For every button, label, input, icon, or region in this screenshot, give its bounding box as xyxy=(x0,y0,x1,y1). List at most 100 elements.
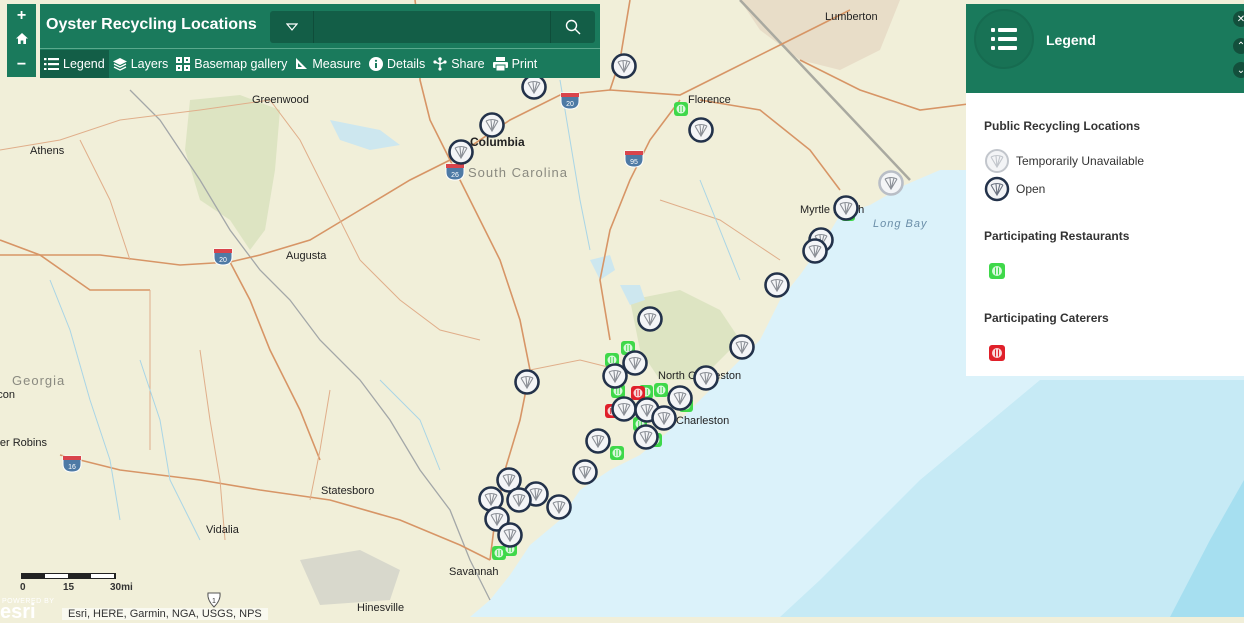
legend-section-title: Public Recycling Locations xyxy=(984,119,1141,133)
recycling-location-open-marker[interactable] xyxy=(687,116,715,144)
tool-basemap-gallery[interactable]: Basemap gallery xyxy=(172,50,291,78)
close-icon: ✕ xyxy=(1236,13,1244,25)
svg-text:20: 20 xyxy=(219,257,227,264)
svg-text:95: 95 xyxy=(630,159,638,166)
water-label: Long Bay xyxy=(873,218,928,230)
tool-label: Print xyxy=(511,57,538,71)
basemap-gallery-icon xyxy=(176,57,191,71)
svg-text:1: 1 xyxy=(212,598,216,605)
legend-item xyxy=(984,257,1226,285)
recycling-location-open-marker[interactable] xyxy=(692,364,720,392)
chevron-up-icon: ⌃ xyxy=(1236,40,1244,52)
close-panel-button[interactable]: ✕ xyxy=(1233,11,1244,27)
oyster-unavailable-icon xyxy=(984,148,1010,174)
oyster-open-icon xyxy=(984,176,1010,202)
recycling-location-open-marker[interactable] xyxy=(728,333,756,361)
svg-text:16: 16 xyxy=(68,464,76,471)
measure-icon xyxy=(295,58,308,70)
tool-details[interactable]: Details xyxy=(365,50,429,78)
legend-title: Legend xyxy=(1046,32,1096,48)
recycling-location-open-marker[interactable] xyxy=(513,368,541,396)
home-icon xyxy=(15,33,28,45)
city-label: Hinesville xyxy=(357,602,405,614)
expand-panel-button[interactable]: ⌄ xyxy=(1233,62,1244,78)
chevron-down-icon xyxy=(285,23,298,31)
recycling-location-open-marker[interactable] xyxy=(610,52,638,80)
legend-section-title: Participating Caterers xyxy=(984,311,1109,325)
recycling-location-open-marker[interactable] xyxy=(801,237,829,265)
info-icon xyxy=(369,57,383,71)
city-label: Vidalia xyxy=(206,524,239,536)
tool-label: Basemap gallery xyxy=(194,57,288,71)
search-input[interactable] xyxy=(314,11,550,43)
city-label: Athens xyxy=(30,145,65,157)
recycling-location-open-marker[interactable] xyxy=(636,305,664,333)
scale-label: 15 xyxy=(63,582,75,593)
recycling-location-open-marker[interactable] xyxy=(545,493,573,521)
tool-layers[interactable]: Layers xyxy=(109,50,173,78)
tool-share[interactable]: Share xyxy=(429,50,488,78)
legend-item xyxy=(984,339,1226,367)
list-icon xyxy=(44,58,59,70)
tool-label: Details xyxy=(387,57,426,71)
city-label: Greenwood xyxy=(252,94,309,106)
share-icon xyxy=(433,57,447,71)
city-label: Augusta xyxy=(286,250,327,262)
legend-item: Open xyxy=(984,175,1226,203)
interstate-20-shield: 20 xyxy=(213,248,233,266)
recycling-location-open-marker[interactable] xyxy=(832,194,860,222)
recycling-location-open-marker[interactable] xyxy=(584,427,612,455)
city-label: Charleston xyxy=(676,415,730,427)
toolbar: Legend Layers Basemap gallery Measure De… xyxy=(40,50,541,78)
interstate-20-shield: 20 xyxy=(560,92,580,110)
recycling-location-open-marker[interactable] xyxy=(571,458,599,486)
caterer-icon xyxy=(984,344,1010,362)
us-route-1-shield: 1 xyxy=(207,592,221,608)
legend-item: Temporarily Unavailable xyxy=(984,147,1226,175)
city-label: Warner Robins xyxy=(0,437,47,449)
legend-panel: Legend ✕ ⌃ ⌄ Public Recycling Locations … xyxy=(966,4,1244,376)
collapse-panel-button[interactable]: ⌃ xyxy=(1233,38,1244,54)
home-button[interactable] xyxy=(7,32,36,48)
tool-print[interactable]: Print xyxy=(489,50,542,78)
recycling-location-open-marker[interactable] xyxy=(632,423,660,451)
city-label: Savannah xyxy=(449,566,499,578)
zoom-in-button[interactable]: + xyxy=(7,8,36,24)
search-source-dropdown[interactable] xyxy=(270,11,314,43)
interstate-16-shield: 16 xyxy=(62,455,82,473)
state-label: South Carolina xyxy=(468,165,568,180)
header-divider xyxy=(40,48,600,49)
recycling-location-open-marker[interactable] xyxy=(496,521,524,549)
recycling-location-open-marker[interactable] xyxy=(763,271,791,299)
restaurant-marker[interactable] xyxy=(673,101,689,117)
scale-label: 0 xyxy=(20,582,26,593)
legend-item-label: Temporarily Unavailable xyxy=(1016,154,1145,168)
svg-text:20: 20 xyxy=(566,101,574,108)
recycling-location-unavailable-marker[interactable] xyxy=(877,169,905,197)
city-label: Statesboro xyxy=(321,485,375,497)
recycling-location-open-marker[interactable] xyxy=(478,111,506,139)
search-icon xyxy=(565,19,581,35)
app-header: Oyster Recycling Locations Legend Layers… xyxy=(40,4,600,78)
recycling-location-open-marker[interactable] xyxy=(447,138,475,166)
tool-legend[interactable]: Legend xyxy=(40,50,109,78)
state-label: Georgia xyxy=(12,373,66,388)
search-box xyxy=(270,11,595,43)
city-label: Lumberton xyxy=(825,11,878,23)
print-icon xyxy=(492,57,508,71)
scale-label: 30mi xyxy=(110,582,133,593)
app-title: Oyster Recycling Locations xyxy=(46,16,257,33)
tool-label: Share xyxy=(451,57,485,71)
scale-bar: 0 15 30mi xyxy=(20,573,133,593)
legend-body: Public Recycling Locations Temporarily U… xyxy=(966,119,1244,367)
tool-label: Layers xyxy=(130,57,169,71)
search-button[interactable] xyxy=(550,11,595,43)
chevron-down-icon: ⌄ xyxy=(1236,64,1244,76)
layers-icon xyxy=(112,57,127,71)
zoom-out-button[interactable]: − xyxy=(7,56,36,73)
attribution-text[interactable]: Esri, HERE, Garmin, NGA, USGS, NPS xyxy=(62,608,268,620)
legend-item-label: Open xyxy=(1016,182,1046,196)
recycling-location-open-marker[interactable] xyxy=(601,362,629,390)
interstate-95-shield: 95 xyxy=(624,150,644,168)
tool-measure[interactable]: Measure xyxy=(291,50,365,78)
